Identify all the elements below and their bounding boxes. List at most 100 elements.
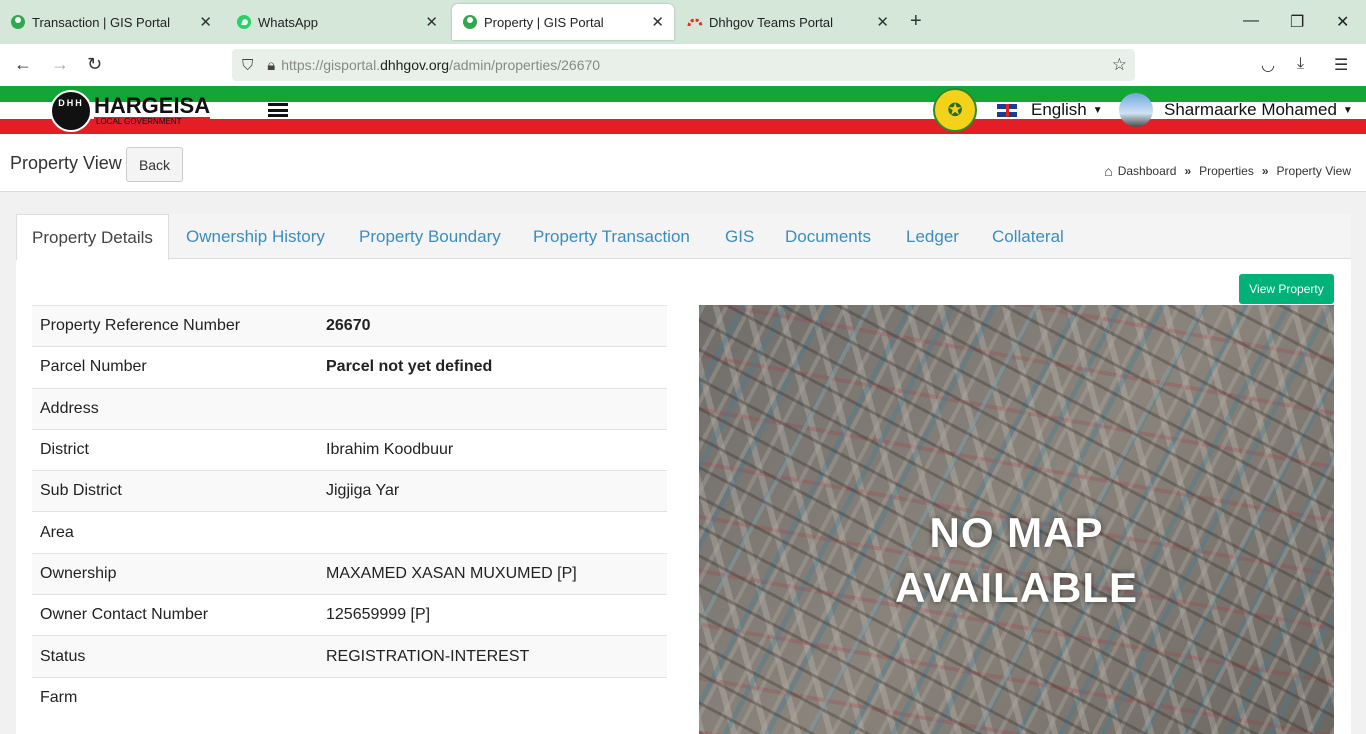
new-tab-icon[interactable]: + (910, 10, 922, 33)
page-title: Property View (10, 153, 122, 173)
property-card: Property Details Ownership History Prope… (16, 214, 1351, 734)
map-placeholder-image: NO MAP AVAILABLE (699, 305, 1334, 734)
browser-tab-transaction[interactable]: Transaction | GIS Portal ✕ (0, 4, 222, 40)
detail-value: Ibrahim Koodbuur (321, 428, 667, 471)
table-row: Farm (32, 676, 667, 719)
breadcrumb: ⌂ Dashboard » Properties » Property View (1104, 163, 1351, 179)
no-map-line-2: AVAILABLE (894, 564, 1139, 611)
bookmark-star-icon[interactable]: ☆ (1112, 55, 1127, 75)
content-header: Property View Back ⌂ Dashboard » Propert… (0, 134, 1366, 192)
breadcrumb-current: Property View (1276, 164, 1351, 178)
tab-title: Property | GIS Portal (484, 14, 604, 30)
breadcrumb-dashboard[interactable]: Dashboard (1118, 164, 1177, 178)
detail-value (321, 387, 667, 430)
table-row: Status REGISTRATION-INTEREST (32, 635, 667, 678)
restore-icon[interactable]: ❐ (1290, 12, 1304, 32)
breadcrumb-separator: » (1261, 164, 1269, 178)
detail-value (321, 676, 667, 719)
tab-title: Dhhgov Teams Portal (709, 14, 834, 30)
uk-flag-icon (997, 103, 1017, 117)
shield-icon[interactable]: ⛉ (242, 57, 253, 74)
property-tabs: Property Details Ownership History Prope… (16, 214, 1351, 260)
url-domain: dhhgov.org (380, 57, 450, 73)
detail-label: District (32, 428, 321, 471)
detail-value: REGISTRATION-INTEREST (321, 635, 667, 678)
detail-label: Owner Contact Number (32, 594, 321, 636)
user-name: Sharmaarke Mohamed (1164, 100, 1337, 119)
detail-label: Area (32, 511, 321, 554)
tab-property-boundary[interactable]: Property Boundary (359, 214, 501, 259)
close-icon[interactable]: ✕ (651, 13, 664, 31)
detail-label: Ownership (32, 552, 321, 595)
detail-value: Parcel not yet defined (321, 346, 667, 389)
forward-arrow-icon[interactable]: → (51, 54, 69, 75)
url-prefix: https://gisportal. (281, 57, 381, 73)
back-button[interactable]: Back (126, 147, 183, 182)
view-property-button[interactable]: View Property (1239, 274, 1334, 304)
detail-label: Farm (32, 676, 321, 719)
detail-value (321, 511, 667, 554)
menu-icon[interactable]: ☰ (1334, 55, 1348, 75)
close-icon[interactable]: ✕ (199, 13, 212, 31)
close-icon[interactable]: ✕ (425, 13, 438, 31)
browser-tab-whatsapp[interactable]: WhatsApp ✕ (226, 4, 448, 40)
gis-portal-icon (462, 14, 478, 30)
table-row: Ownership MAXAMED XASAN MUXUMED [P] (32, 552, 667, 595)
table-row: District Ibrahim Koodbuur (32, 428, 667, 471)
tab-title: WhatsApp (258, 14, 318, 30)
lock-icon[interactable]: 🔒︎ (267, 57, 275, 74)
caret-down-icon: ▼ (1092, 104, 1103, 116)
tab-gis[interactable]: GIS (725, 214, 754, 259)
tab-property-details[interactable]: Property Details (16, 214, 169, 260)
browser-tab-strip: Transaction | GIS Portal ✕ WhatsApp ✕ Pr… (0, 0, 1366, 44)
breadcrumb-properties[interactable]: Properties (1199, 164, 1254, 178)
user-menu[interactable]: Sharmaarke Mohamed ▼ (1119, 93, 1353, 127)
reload-icon[interactable]: ↻ (87, 54, 102, 75)
browser-tab-teams[interactable]: Dhhgov Teams Portal ✕ (677, 4, 899, 40)
detail-value: MAXAMED XASAN MUXUMED [P] (321, 552, 667, 595)
language-selector[interactable]: English ▼ (997, 100, 1103, 120)
site-logo[interactable]: DHH HARGEISA LOCAL GOVERNMENT (50, 90, 211, 132)
home-icon: ⌂ (1104, 163, 1113, 179)
language-label: English (1031, 100, 1087, 119)
url-path: /admin/properties/26670 (449, 57, 601, 73)
download-icon[interactable]: ⤓ (1297, 55, 1304, 73)
detail-value: 125659999 [P] (321, 594, 667, 636)
table-row: Owner Contact Number 125659999 [P] (32, 594, 667, 636)
table-row: Address (32, 387, 667, 430)
minimize-icon[interactable]: — (1243, 12, 1259, 30)
hamburger-menu-icon[interactable] (268, 103, 288, 117)
property-details-table: Property Reference Number 26670 Parcel Nu… (32, 304, 667, 719)
detail-value: 26670 (321, 304, 667, 347)
breadcrumb-separator: » (1184, 164, 1192, 178)
caret-down-icon: ▼ (1342, 104, 1353, 116)
no-map-line-1: NO MAP (929, 509, 1104, 556)
url-text[interactable]: https://gisportal.dhhgov.org/admin/prope… (281, 57, 600, 73)
close-icon[interactable]: ✕ (876, 13, 889, 31)
table-row: Parcel Number Parcel not yet defined (32, 346, 667, 389)
logo-badge: DHH (50, 90, 92, 132)
tab-ownership-history[interactable]: Ownership History (186, 214, 325, 259)
logo-subtext: LOCAL GOVERNMENT (94, 117, 211, 127)
avatar (1119, 93, 1153, 127)
pocket-icon[interactable]: ◡ (1261, 55, 1275, 75)
browser-tab-property[interactable]: Property | GIS Portal ✕ (452, 4, 674, 40)
detail-label: Property Reference Number (32, 304, 321, 347)
teams-portal-icon (687, 14, 703, 30)
table-row: Sub District Jigjiga Yar (32, 470, 667, 512)
tab-property-transaction[interactable]: Property Transaction (533, 214, 690, 259)
detail-label: Parcel Number (32, 346, 321, 389)
detail-label: Status (32, 635, 321, 678)
address-bar[interactable]: ⛉ 🔒︎ https://gisportal.dhhgov.org/admin/… (232, 49, 1135, 81)
tab-documents[interactable]: Documents (785, 214, 871, 259)
no-map-message: NO MAP AVAILABLE (699, 505, 1334, 615)
table-row: Area (32, 511, 667, 554)
tab-ledger[interactable]: Ledger (906, 214, 959, 259)
window-close-icon[interactable]: ✕ (1336, 12, 1349, 32)
tab-collateral[interactable]: Collateral (992, 214, 1064, 259)
emblem-icon: ✪ (933, 88, 977, 132)
whatsapp-icon (236, 14, 252, 30)
detail-value: Jigjiga Yar (321, 470, 667, 512)
back-arrow-icon[interactable]: ← (14, 54, 32, 75)
site-header: DHH HARGEISA LOCAL GOVERNMENT ✪ English … (0, 86, 1366, 134)
